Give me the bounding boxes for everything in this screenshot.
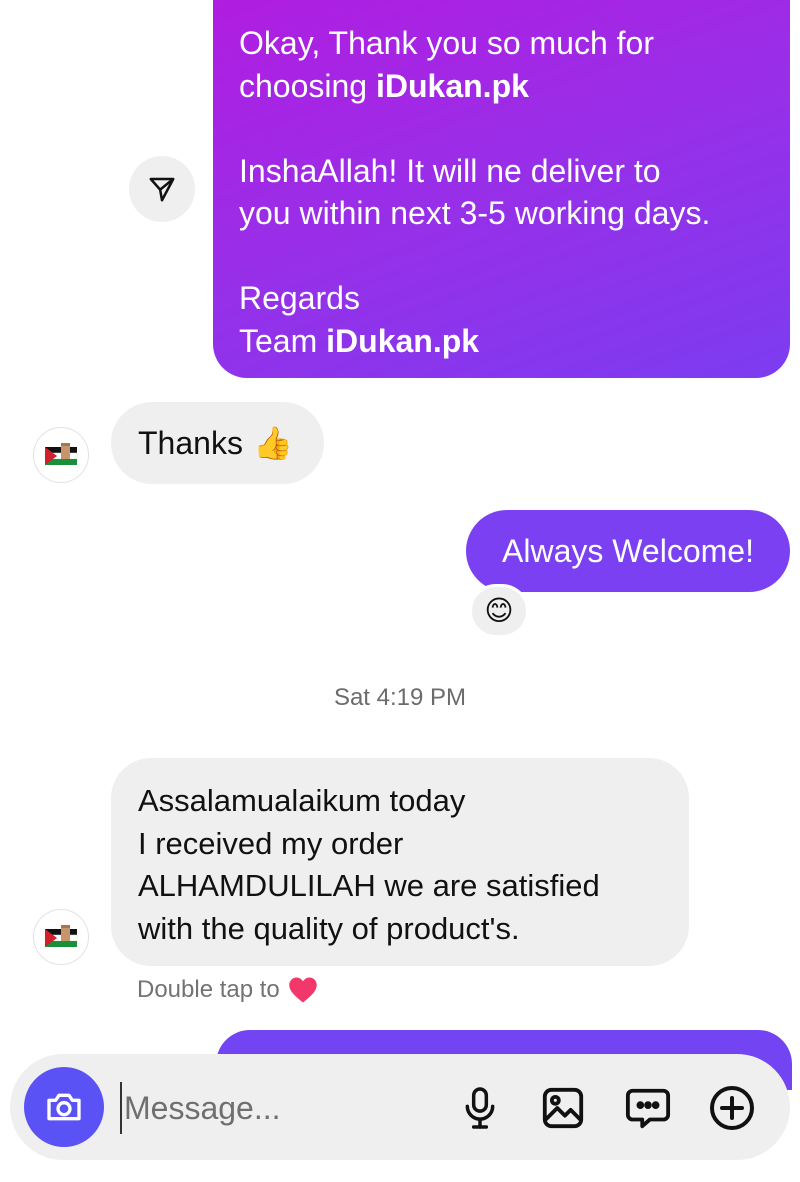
message-input[interactable]	[120, 1082, 444, 1134]
voice-message-button[interactable]	[454, 1082, 506, 1134]
contact-avatar[interactable]	[33, 427, 89, 483]
message-line: choosing iDukan.pk	[239, 67, 529, 104]
heart-icon	[289, 977, 317, 1003]
message-line: Okay, Thank you so much for	[239, 25, 654, 61]
message-line: ALHAMDULILAH we are satisfied	[138, 868, 600, 903]
send-icon	[149, 177, 175, 202]
incoming-message-thanks[interactable]: Thanks 👍	[111, 402, 324, 484]
message-line: with the quality of product's.	[138, 910, 520, 946]
smile-emoji-icon: 😊	[484, 595, 514, 626]
brand-name: iDukan.pk	[326, 322, 480, 359]
timestamp: Sat 4:19 PM	[333, 684, 467, 711]
message-line: Regards	[239, 280, 360, 316]
gallery-button[interactable]	[537, 1082, 589, 1134]
microphone-icon	[465, 1087, 495, 1129]
contact-avatar[interactable]	[33, 909, 89, 965]
message-text: Always Welcome!	[502, 532, 754, 569]
profile-flag-fist-icon	[44, 925, 78, 947]
thumbs-up-emoji-icon: 👍	[252, 425, 293, 461]
more-options-button[interactable]	[706, 1082, 758, 1134]
outgoing-message-welcome[interactable]: Always Welcome!	[466, 510, 790, 592]
camera-icon	[47, 1093, 81, 1121]
sticker-button[interactable]	[622, 1082, 674, 1134]
double-tap-hint: Double tap to	[137, 976, 318, 1004]
brand-name: iDukan.pk	[375, 67, 529, 104]
message-line: I received my order	[138, 825, 404, 861]
message-line: you within next 3-5 working days.	[239, 195, 711, 231]
hint-text: Double tap to	[137, 976, 280, 1003]
message-reaction[interactable]: 😊	[469, 584, 529, 638]
plus-icon	[710, 1086, 754, 1130]
camera-button[interactable]	[24, 1067, 104, 1147]
profile-flag-fist-icon	[44, 443, 78, 465]
sticker-icon	[625, 1088, 671, 1129]
message-line: Assalamualaikum today	[138, 783, 466, 818]
gallery-icon	[542, 1087, 584, 1129]
outgoing-message-order-confirmation[interactable]: Okay, Thank you so much for choosing iDu…	[213, 0, 790, 378]
message-line: InshaAllah! It will ne deliver to	[239, 152, 661, 189]
message-line: Team iDukan.pk	[239, 322, 480, 359]
incoming-message-review[interactable]: Assalamualaikum today I received my orde…	[111, 758, 689, 966]
message-text: Thanks	[138, 424, 243, 461]
share-button[interactable]	[129, 156, 195, 222]
